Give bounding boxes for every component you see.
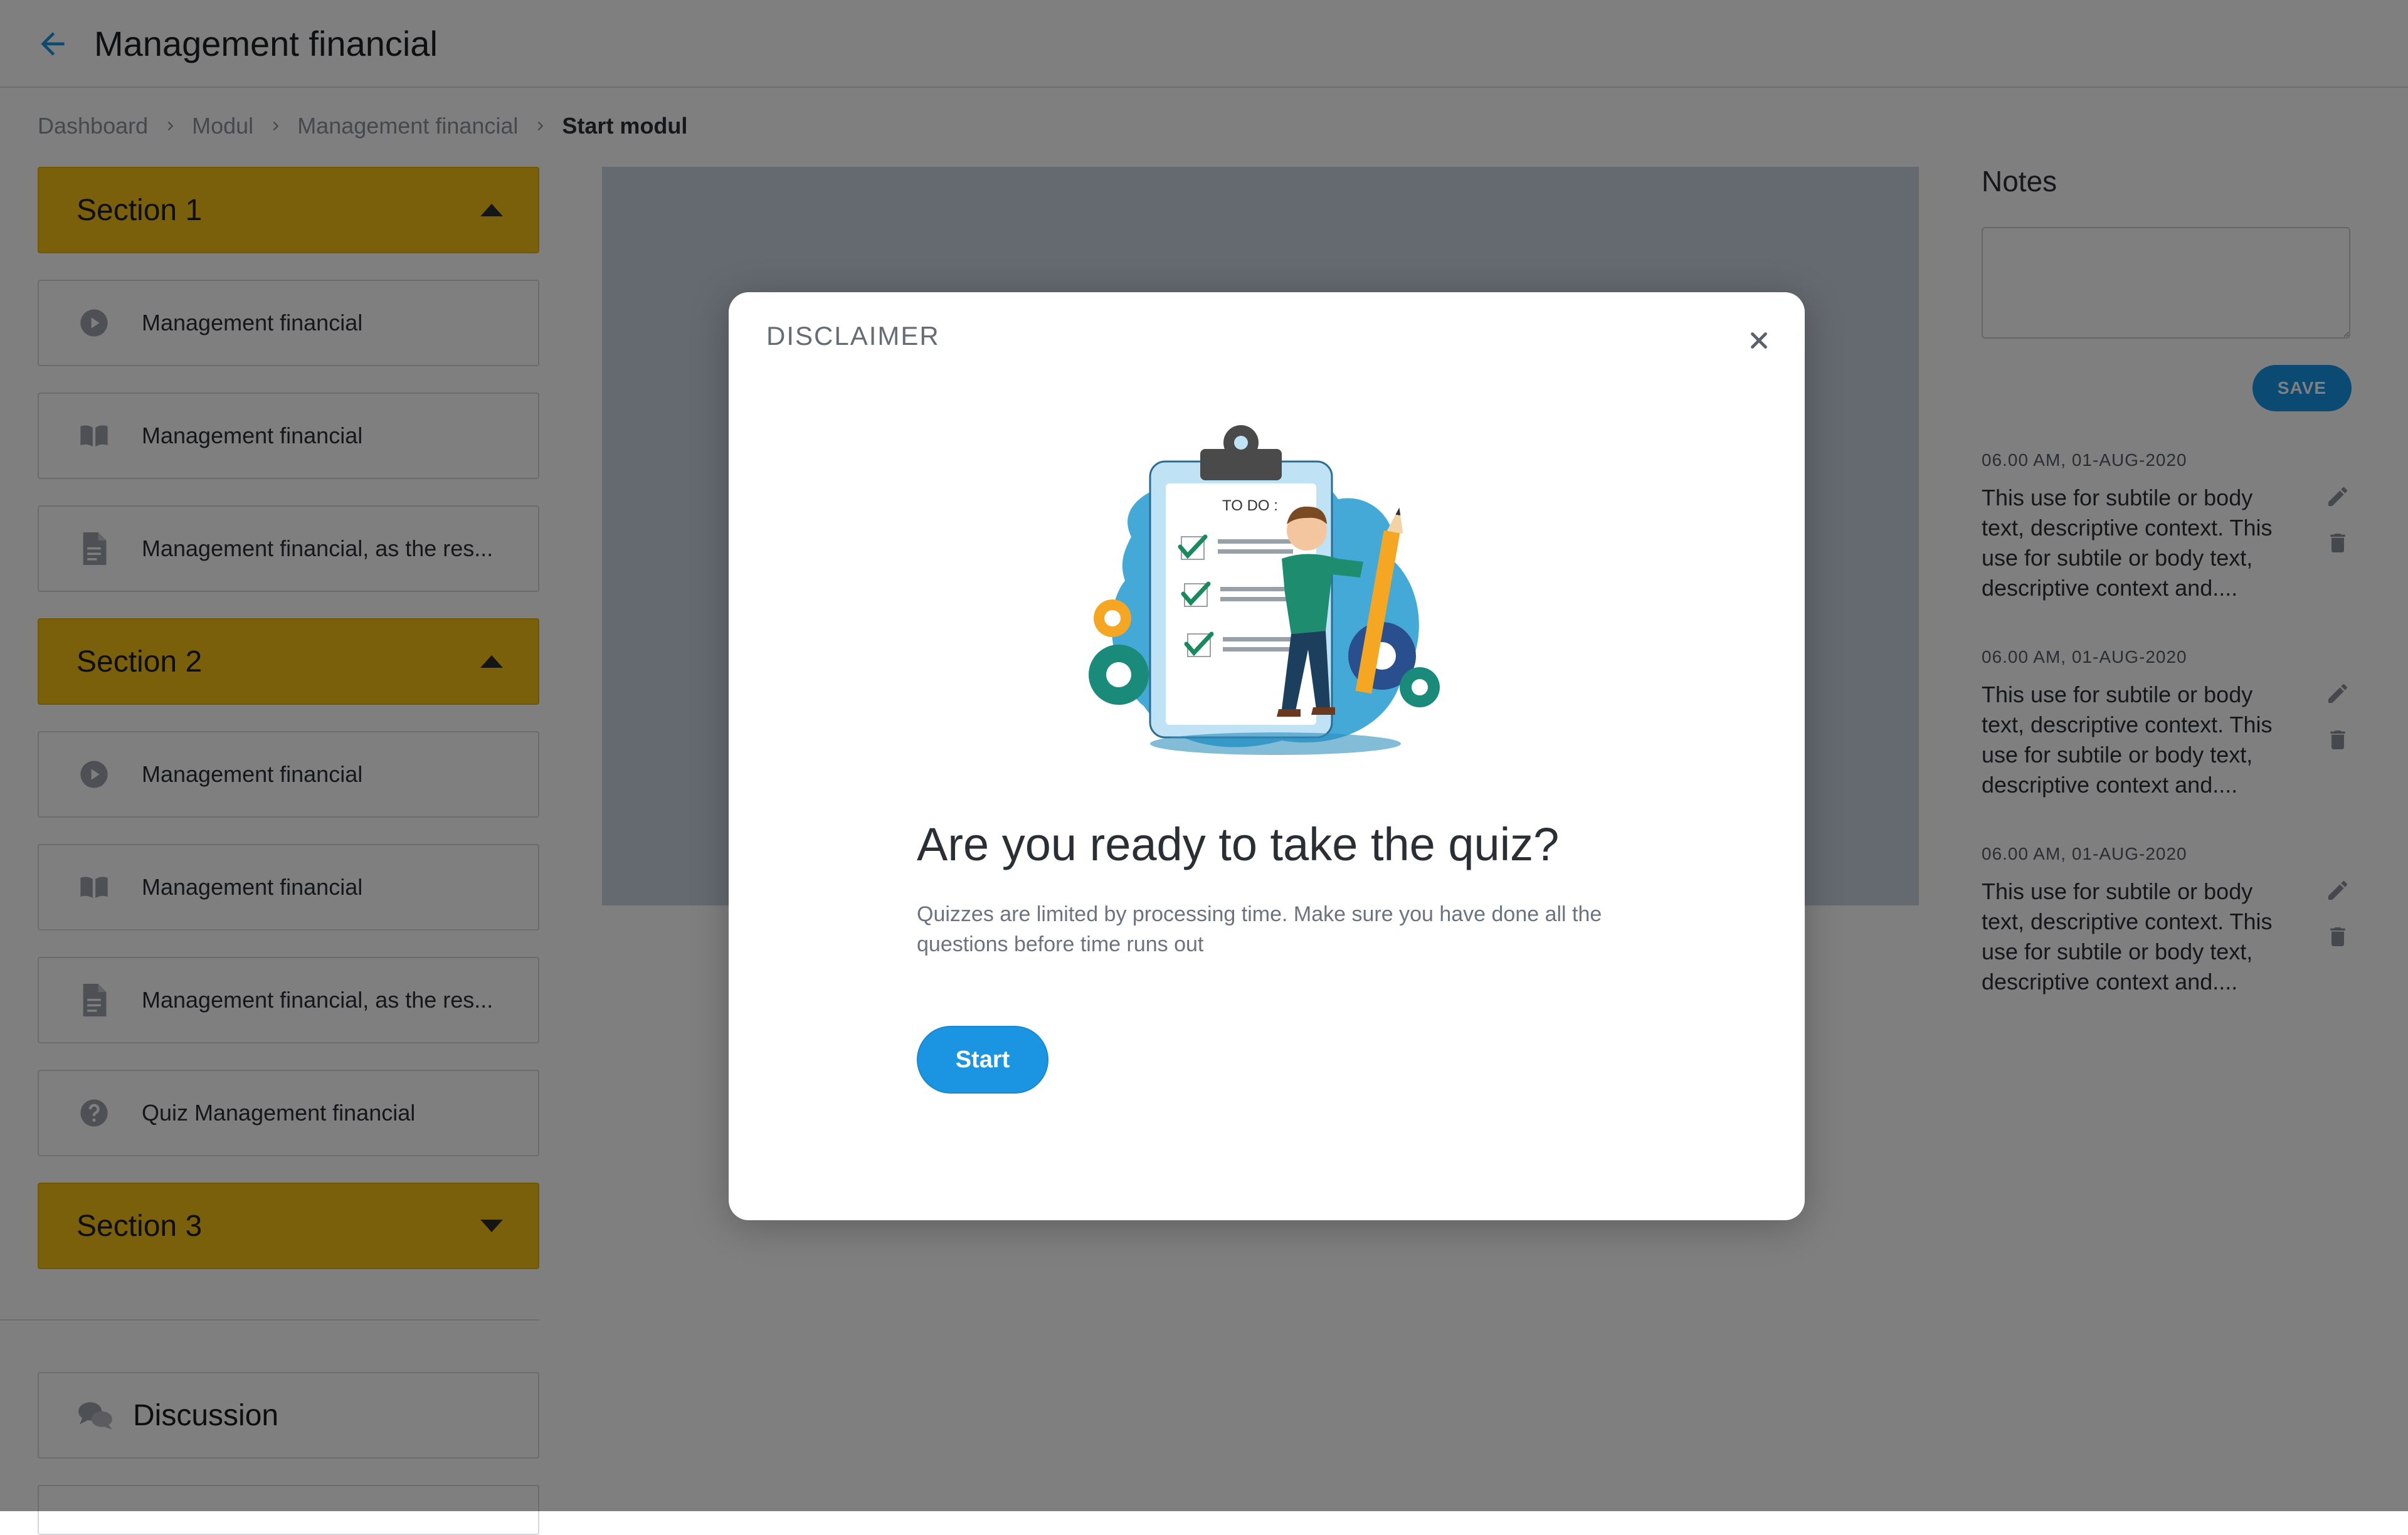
todo-checklist-illustration: TO DO : <box>1075 424 1451 781</box>
disclaimer-modal: DISCLAIMER TO DO : Are you ready to take… <box>729 292 1805 1220</box>
modal-title: DISCLAIMER <box>766 321 940 351</box>
start-quiz-button[interactable]: Start <box>917 1026 1048 1094</box>
todo-label: TO DO : <box>1222 497 1278 514</box>
close-icon[interactable] <box>1743 325 1775 356</box>
modal-description: Quizzes are limited by processing time. … <box>917 902 1602 956</box>
modal-heading: Are you ready to take the quiz? <box>917 818 1560 870</box>
